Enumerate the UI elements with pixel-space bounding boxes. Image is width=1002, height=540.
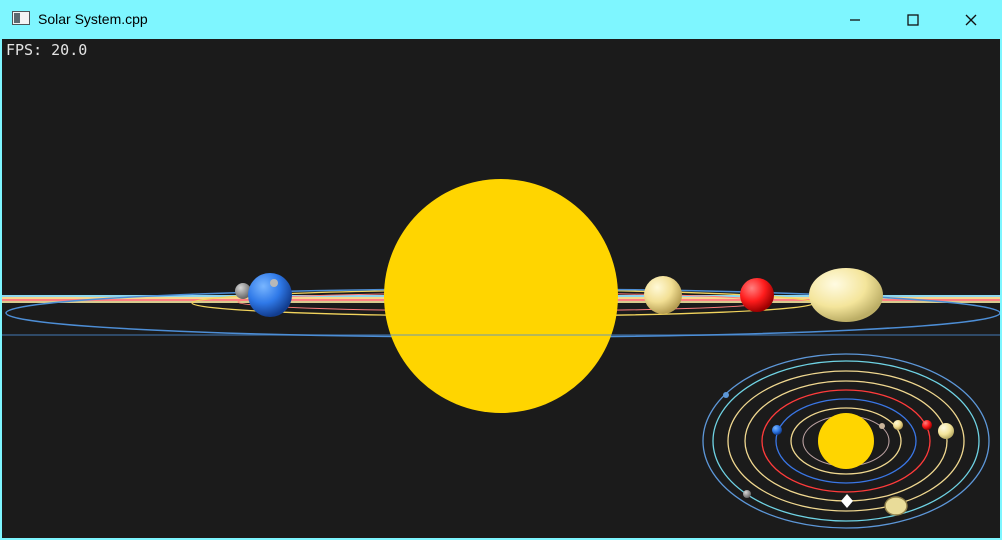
earth-planet: [248, 273, 292, 317]
close-button[interactable]: [942, 0, 1000, 39]
close-icon: [965, 14, 977, 26]
minimap-position-marker: [841, 494, 853, 508]
minimap-planet-5: [893, 420, 903, 430]
mars-planet: [740, 278, 774, 312]
sun-sphere: [384, 179, 618, 413]
minimap-planet-4: [879, 423, 885, 429]
app-window: Solar System.cpp FPS: 20.0: [0, 0, 1002, 540]
minimap-planet-2: [772, 425, 782, 435]
venus-planet: [644, 276, 682, 314]
title-bar[interactable]: Solar System.cpp: [0, 0, 1002, 39]
solar-system-scene: [2, 179, 1000, 529]
minimap-planet-6: [922, 420, 932, 430]
opengl-viewport[interactable]: FPS: 20.0: [2, 39, 1000, 538]
app-icon: [12, 11, 30, 25]
earth-moon: [270, 279, 278, 287]
window-title: Solar System.cpp: [38, 11, 148, 27]
minimap-planet-7: [938, 423, 954, 439]
minimize-icon: [850, 19, 860, 21]
minimize-button[interactable]: [826, 0, 884, 39]
fps-counter: FPS: 20.0: [6, 41, 88, 59]
minimap-planet-1: [723, 392, 729, 398]
minimap-planet-3: [743, 490, 751, 498]
minimap-sun: [818, 413, 874, 469]
minimap: [702, 353, 990, 529]
minimap-planet-8: [884, 496, 908, 516]
maximize-button[interactable]: [884, 0, 942, 39]
jupiter-planet: [809, 268, 883, 322]
maximize-icon: [907, 14, 919, 26]
